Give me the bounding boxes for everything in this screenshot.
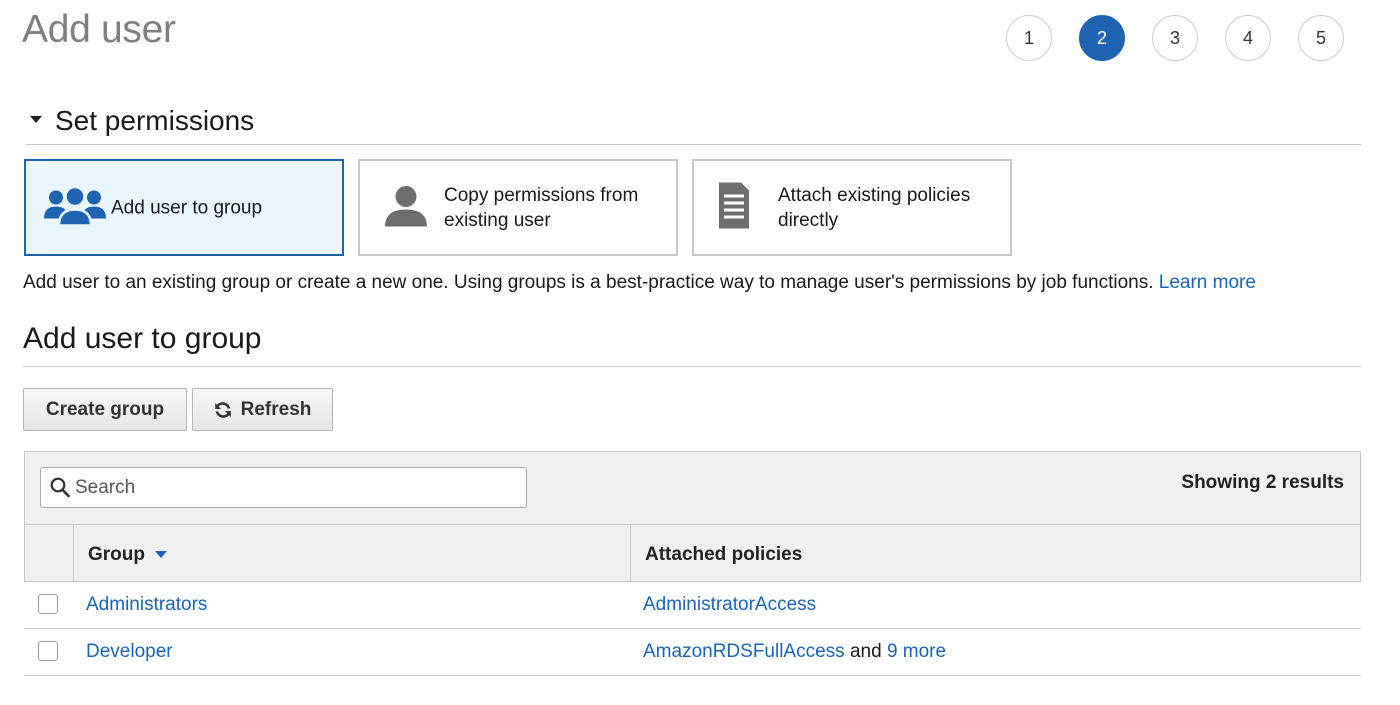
refresh-button[interactable]: Refresh	[192, 388, 333, 431]
step-2[interactable]: 2	[1079, 15, 1125, 61]
document-icon	[719, 182, 749, 233]
option-add-user-to-group[interactable]: Add user to group	[24, 159, 344, 256]
step-5[interactable]: 5	[1298, 15, 1344, 61]
option-label: Copy permissions from existing user	[444, 184, 639, 231]
learn-more-link[interactable]: Learn more	[1159, 272, 1256, 293]
group-link[interactable]: Administrators	[86, 594, 207, 616]
and-text: and	[849, 641, 882, 662]
option-attach-policies[interactable]: Attach existing policies directly	[692, 159, 1012, 256]
attached-policies-cell: AmazonRDSFullAccess and 9 more	[643, 641, 946, 663]
caret-down-icon[interactable]	[30, 116, 42, 123]
create-group-button[interactable]: Create group	[23, 388, 187, 431]
more-policies-link[interactable]: 9 more	[887, 641, 946, 662]
step-1[interactable]: 1	[1006, 15, 1052, 61]
search-input[interactable]	[75, 468, 515, 507]
table-row: Administrators AdministratorAccess	[24, 582, 1361, 629]
row-checkbox[interactable]	[38, 641, 58, 661]
group-section-title: Add user to group	[23, 322, 262, 355]
step-3[interactable]: 3	[1152, 15, 1198, 61]
policy-link[interactable]: AmazonRDSFullAccess	[643, 641, 845, 662]
users-group-icon	[44, 184, 106, 231]
option-label: Add user to group	[111, 197, 263, 218]
column-header-group[interactable]: Group	[88, 544, 167, 566]
table-header: Group Attached policies	[25, 524, 1360, 581]
search-box[interactable]	[40, 467, 527, 508]
row-checkbox[interactable]	[38, 594, 58, 614]
sort-down-icon[interactable]	[155, 551, 167, 559]
section-title: Set permissions	[55, 105, 255, 136]
option-copy-permissions[interactable]: Copy permissions from existing user	[358, 159, 678, 256]
group-table-panel: Showing 2 results Group Attached policie…	[24, 451, 1361, 582]
set-permissions-header[interactable]: Set permissions	[26, 104, 1361, 145]
refresh-icon	[214, 401, 232, 419]
attached-policies-cell: AdministratorAccess	[643, 594, 816, 616]
column-divider	[630, 525, 631, 581]
search-icon	[50, 477, 70, 503]
results-count: Showing 2 results	[1181, 472, 1344, 493]
option-label: Attach existing policies directly	[778, 184, 971, 231]
table-row: Developer AmazonRDSFullAccess and 9 more	[24, 629, 1361, 676]
permissions-description: Add user to an existing group or create …	[23, 272, 1256, 293]
group-section-header: Add user to group	[23, 322, 1361, 367]
column-divider	[73, 525, 74, 581]
column-header-attached-policies[interactable]: Attached policies	[645, 544, 802, 566]
page-title: Add user	[22, 8, 176, 51]
step-4[interactable]: 4	[1225, 15, 1271, 61]
group-link[interactable]: Developer	[86, 641, 173, 663]
policy-link[interactable]: AdministratorAccess	[643, 594, 816, 615]
wizard-steps: 1 2 3 4 5	[1006, 15, 1371, 61]
user-icon	[384, 184, 428, 231]
